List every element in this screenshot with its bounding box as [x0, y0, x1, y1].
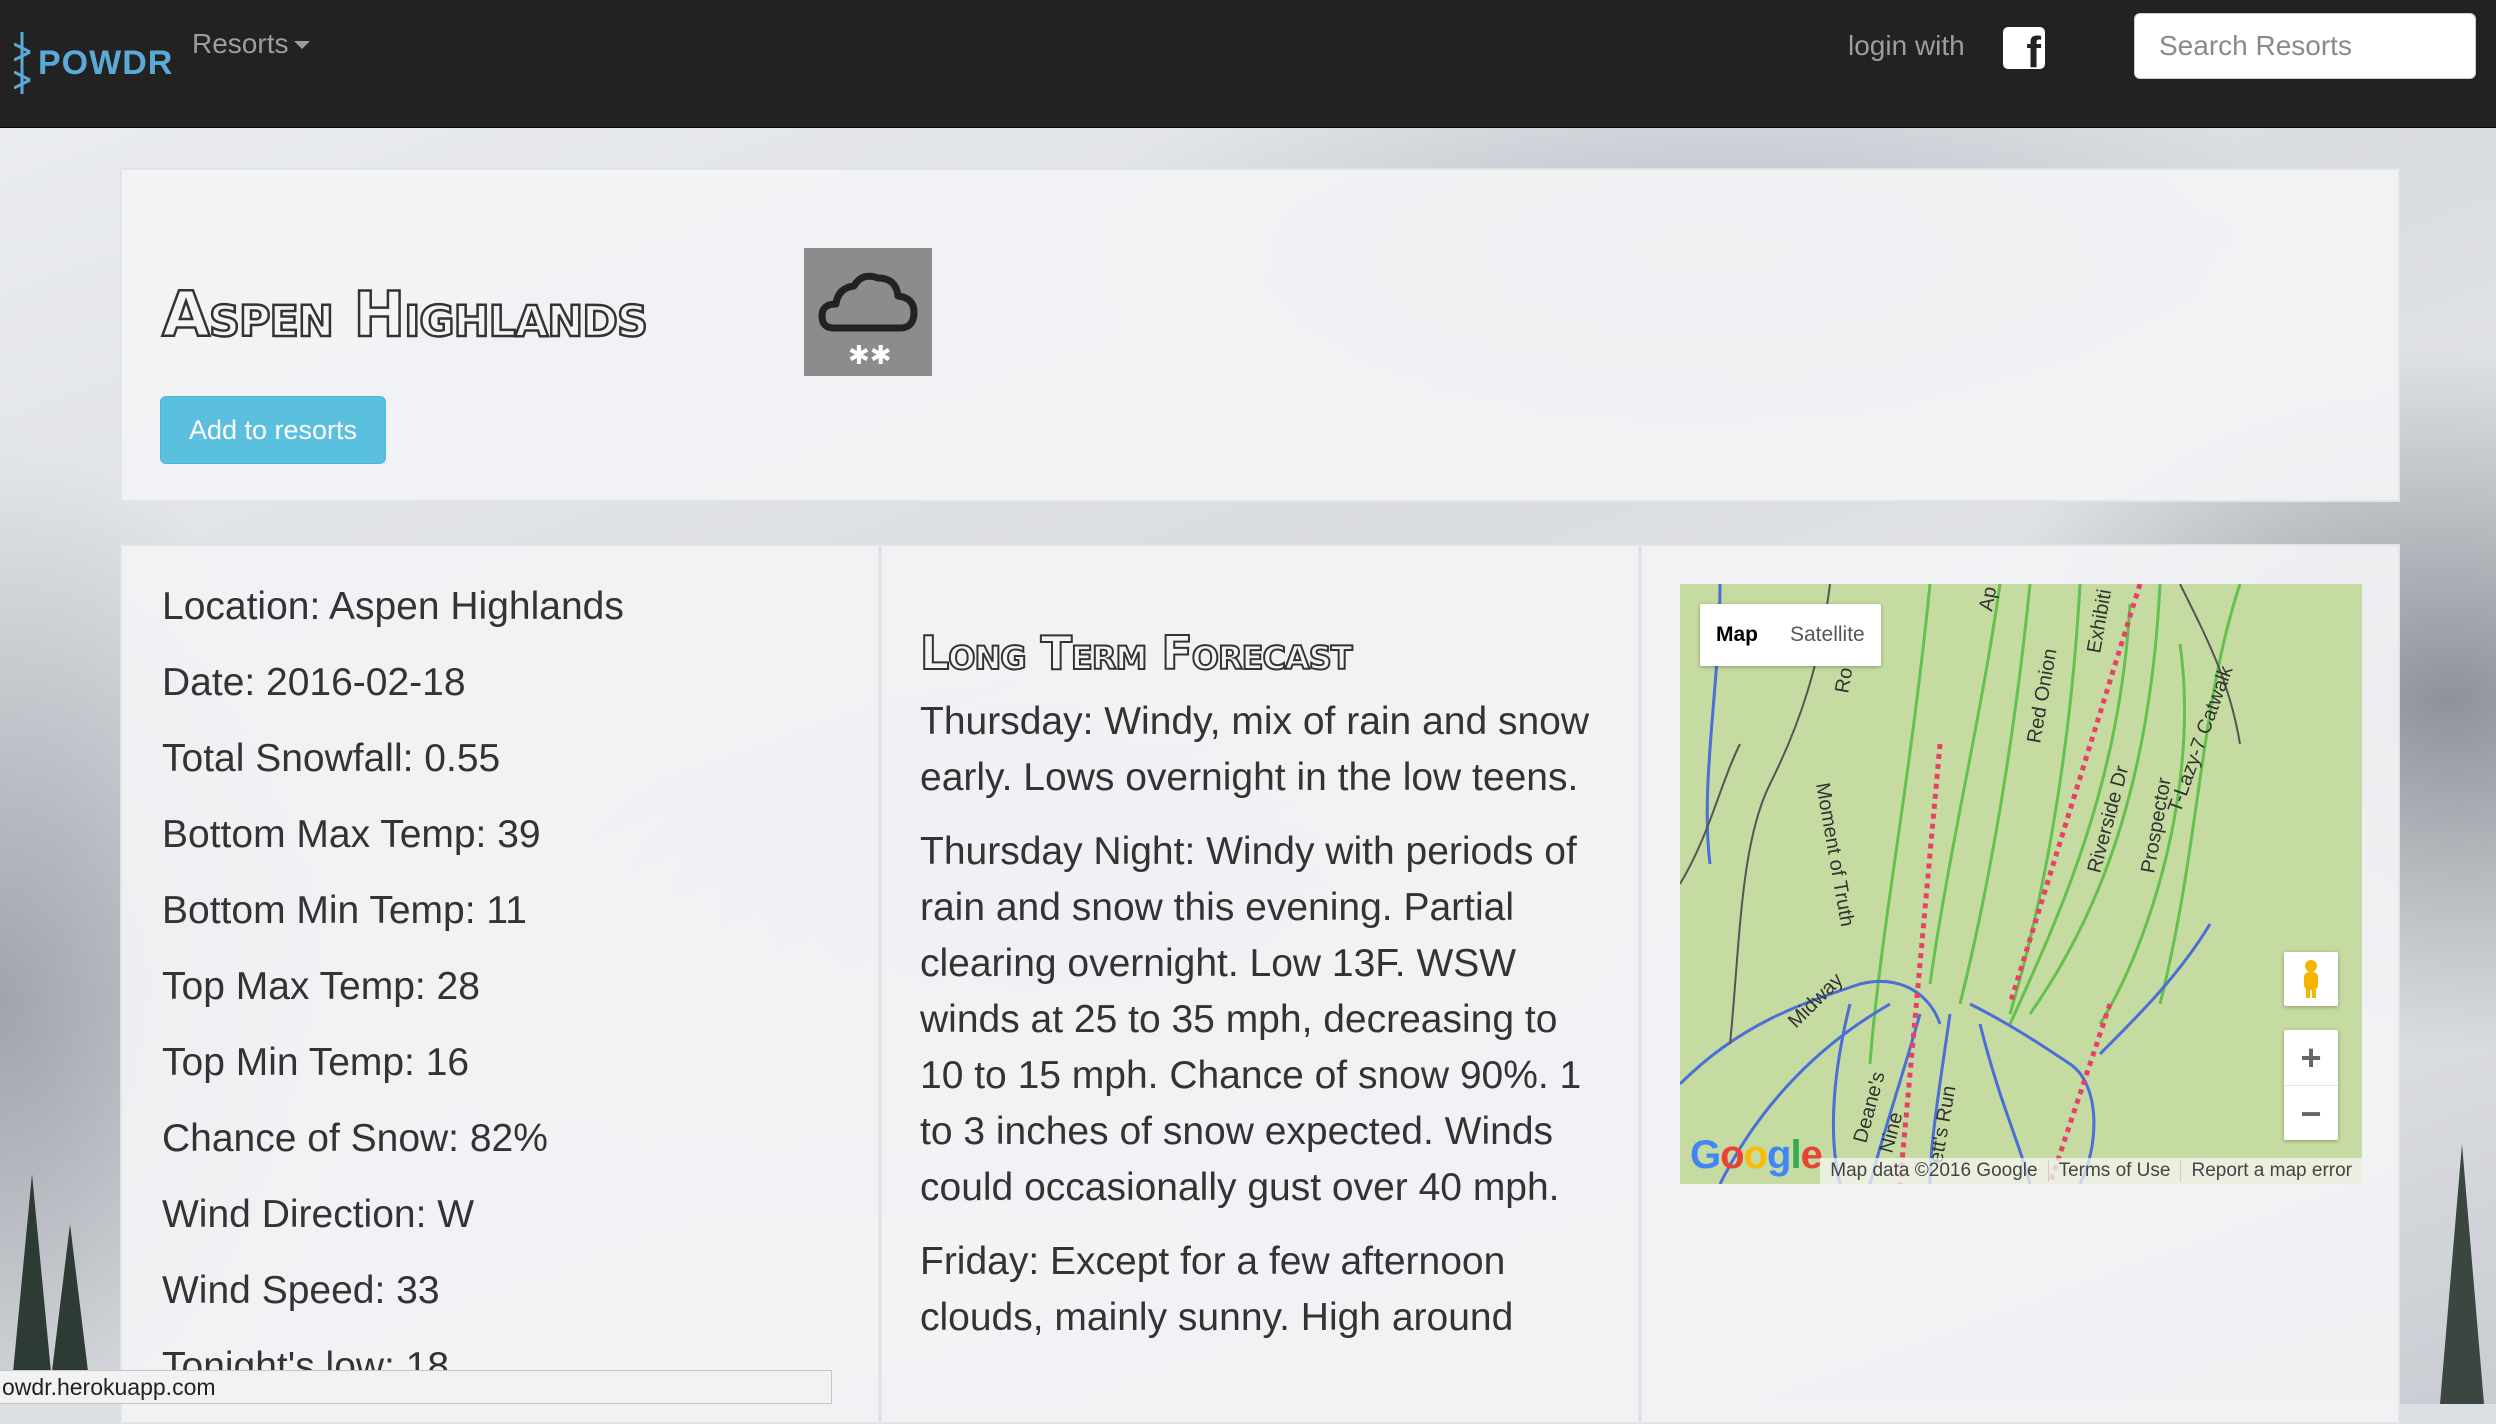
resort-title: Aspen Highlands	[161, 277, 649, 353]
stat-wind-speed: Wind Speed: 33	[162, 1269, 440, 1312]
cloud-snow-icon: ✱✱	[804, 248, 932, 376]
map-label: Exhibiti	[2083, 588, 2116, 655]
google-logo-letter: o	[1720, 1133, 1744, 1177]
stat-total-snowfall: Total Snowfall: 0.55	[162, 737, 501, 780]
map-trails: Ro Ap Exhibiti Red Onion T-Lazy-7 Catwal…	[1680, 584, 2242, 1184]
search-input[interactable]	[2134, 13, 2476, 79]
map-report-error-link[interactable]: Report a map error	[2180, 1160, 2362, 1182]
forecast-panel: Long Term Forecast Thursday: Windy, mix …	[880, 544, 1640, 1424]
stat-top-max-temp: Top Max Temp: 28	[162, 965, 480, 1008]
map-terms-link[interactable]: Terms of Use	[2047, 1160, 2181, 1182]
zoom-in-button[interactable]: +	[2284, 1030, 2338, 1086]
map-label: Prospector	[2137, 775, 2176, 874]
map-label: Ro	[1831, 666, 1857, 695]
caret-down-icon	[294, 41, 311, 49]
svg-text:✱✱: ✱✱	[848, 341, 892, 371]
stat-bottom-max-temp: Bottom Max Temp: 39	[162, 813, 541, 856]
google-logo-letter: G	[1690, 1133, 1721, 1177]
map-type-control: Map Satellite	[1700, 604, 1881, 666]
stats-list: Location: Aspen Highlands Date: 2016-02-…	[162, 584, 624, 1420]
map-panel: Ro Ap Exhibiti Red Onion T-Lazy-7 Catwal…	[1640, 544, 2400, 1424]
google-logo-letter: g	[1767, 1133, 1791, 1177]
tree-silhouette	[2440, 1144, 2484, 1404]
snowflake-icon	[14, 32, 31, 94]
google-logo-letter: l	[1790, 1133, 1801, 1177]
forecast-entry: Friday: Except for a few afternoon cloud…	[920, 1240, 1514, 1339]
forecast-title: Long Term Forecast	[919, 625, 1354, 681]
stat-date: Date: 2016-02-18	[162, 661, 466, 704]
brand-name: POWDR	[38, 43, 174, 82]
resorts-dropdown[interactable]: Resorts	[192, 28, 311, 60]
facebook-login-button[interactable]: f	[2003, 27, 2045, 69]
facebook-icon: f	[2026, 28, 2041, 70]
map-label: T-Lazy-7 Catwalk	[2164, 662, 2238, 816]
street-view-pegman-icon[interactable]	[2284, 952, 2338, 1006]
map-data-attribution: Map data ©2016 Google	[1830, 1160, 2038, 1181]
resort-header-panel: Aspen Highlands ✱✱ Add to resorts	[120, 168, 2400, 502]
forecast-entry: Thursday Night: Windy with periods of ra…	[920, 830, 1582, 1209]
stat-location: Location: Aspen Highlands	[162, 585, 624, 628]
google-logo-letter: o	[1743, 1133, 1768, 1177]
map-label: Red Onion	[2023, 647, 2061, 745]
stat-bottom-min-temp: Bottom Min Temp: 11	[162, 889, 527, 932]
top-navbar: POWDR Resorts login with f	[0, 0, 2496, 128]
map-label: ett's Run	[1925, 1084, 1960, 1165]
resorts-dropdown-label: Resorts	[192, 28, 289, 59]
map-type-map-button[interactable]: Map	[1700, 604, 1774, 666]
browser-status-bar: owdr.herokuapp.com	[0, 1370, 832, 1404]
map-type-satellite-button[interactable]: Satellite	[1774, 604, 1881, 666]
zoom-control: + −	[2284, 1030, 2338, 1140]
login-label: login with	[1848, 30, 1965, 61]
google-logo[interactable]: Google	[1690, 1133, 1823, 1178]
add-to-resorts-button[interactable]: Add to resorts	[160, 396, 386, 464]
stat-top-min-temp: Top Min Temp: 16	[162, 1041, 470, 1084]
map-label: Moment of Truth	[1811, 781, 1858, 928]
map-label: Nine	[1876, 1110, 1908, 1155]
map-label: Ap	[1975, 585, 2001, 613]
brand-logo[interactable]: POWDR	[14, 30, 173, 96]
map-attribution-bar: Map data ©2016 Google Terms of Use Repor…	[1820, 1158, 2362, 1184]
google-logo-letter: e	[1800, 1133, 1823, 1177]
map-label: Midway	[1784, 969, 1847, 1032]
forecast-list: Thursday: Windy, mix of rain and snow ea…	[920, 694, 1610, 1364]
resort-stats-panel: Location: Aspen Highlands Date: 2016-02-…	[120, 544, 880, 1424]
stat-chance-of-snow: Chance of Snow: 82%	[162, 1117, 548, 1160]
stat-wind-direction: Wind Direction: W	[162, 1193, 475, 1236]
resort-map[interactable]: Ro Ap Exhibiti Red Onion T-Lazy-7 Catwal…	[1680, 584, 2362, 1184]
forecast-entry: Thursday: Windy, mix of rain and snow ea…	[920, 700, 1590, 799]
zoom-out-button[interactable]: −	[2284, 1086, 2338, 1141]
